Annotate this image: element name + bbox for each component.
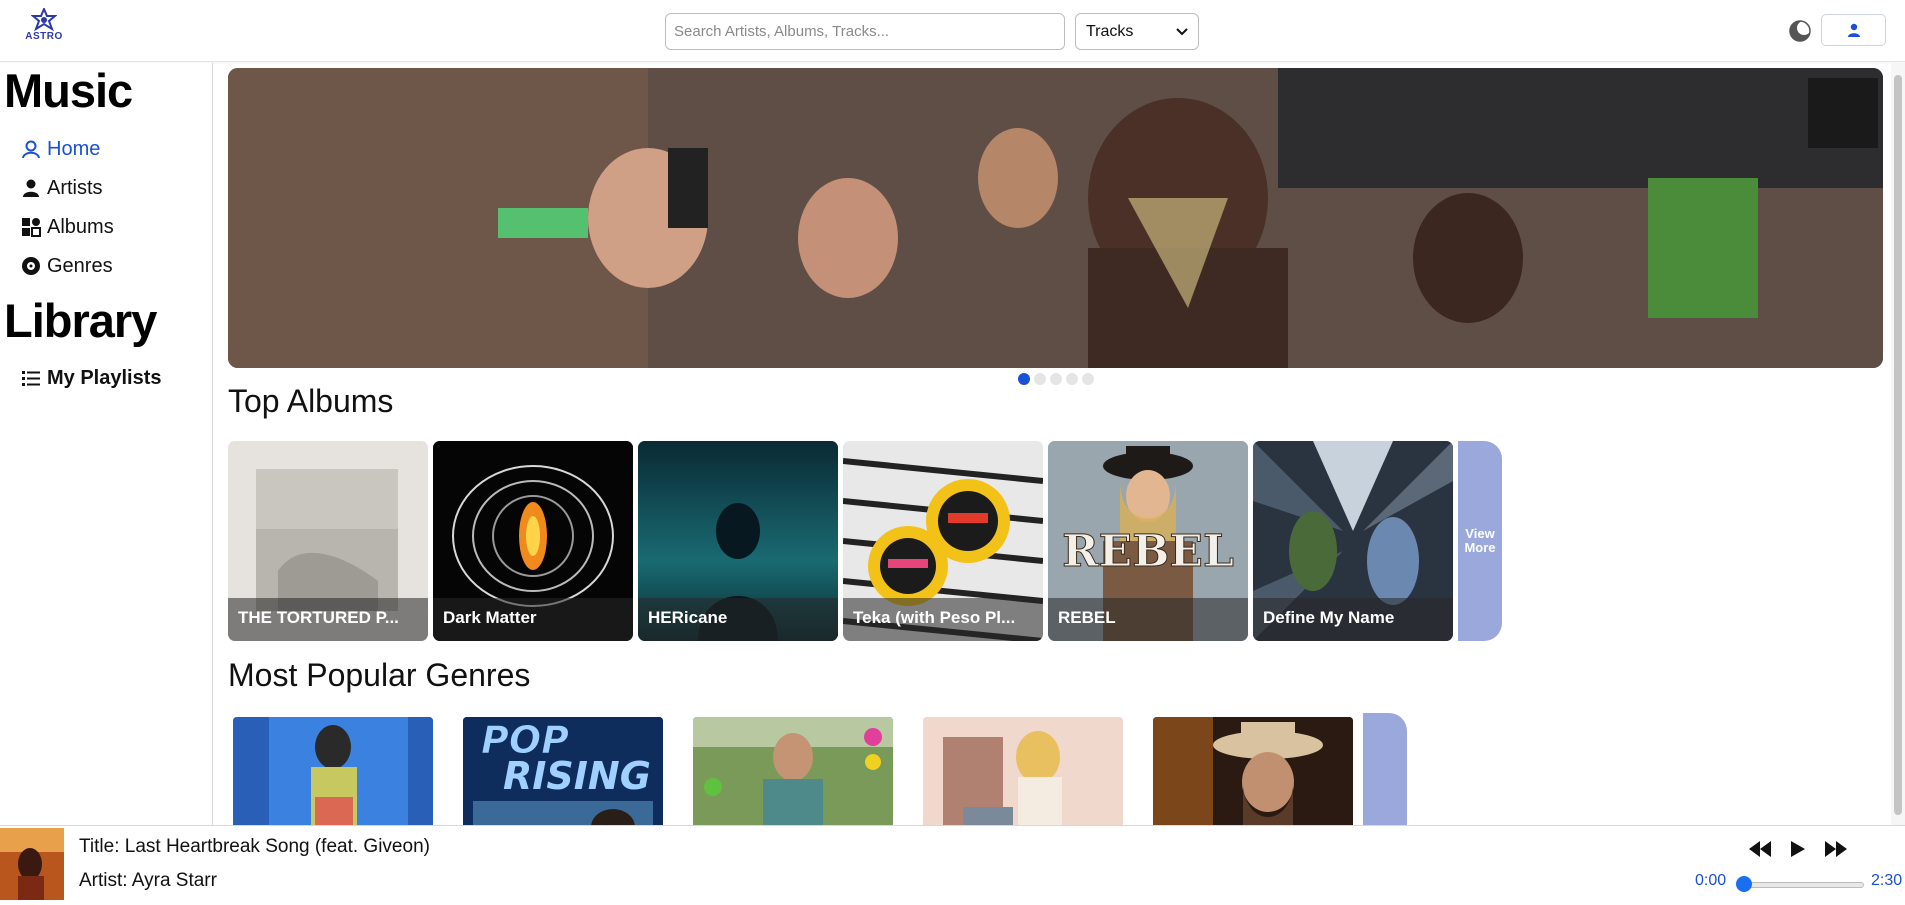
page-scrollbar[interactable] — [1891, 63, 1905, 825]
sidebar: Music Home Artists Albums Genres Library… — [0, 63, 213, 825]
hero-carousel-image[interactable] — [228, 68, 1883, 368]
view-more-albums-button[interactable]: View More — [1458, 441, 1502, 641]
astro-logo[interactable]: ASTRO — [20, 8, 68, 52]
genre-cover-image — [1153, 717, 1353, 825]
scrollbar-thumb[interactable] — [1894, 75, 1902, 815]
carousel-dot-1[interactable] — [1018, 373, 1030, 385]
album-title: THE TORTURED P... — [228, 598, 428, 641]
person-icon — [23, 179, 39, 197]
sidebar-item-artists[interactable]: Artists — [21, 175, 103, 201]
view-more-genres-button[interactable] — [1363, 713, 1407, 825]
album-card[interactable]: Teka (with Peso Pl... — [843, 441, 1043, 641]
album-card[interactable]: Define My Name — [1253, 441, 1453, 641]
progress-slider[interactable] — [1738, 882, 1864, 888]
sidebar-item-albums[interactable]: Albums — [21, 214, 114, 240]
sidebar-item-genres[interactable]: Genres — [21, 253, 113, 279]
sidebar-item-label: Genres — [47, 254, 113, 277]
track-cover-image — [0, 828, 64, 900]
star-logo-icon — [31, 8, 57, 32]
most-popular-genres-title: Most Popular Genres — [228, 657, 531, 693]
albums-icon — [22, 218, 41, 237]
sidebar-item-home[interactable]: Home — [21, 136, 100, 162]
track-title: Title: Last Heartbreak Song (feat. Giveo… — [79, 836, 430, 857]
svg-text:REBEL: REBEL — [1062, 526, 1234, 577]
total-time: 2:30 — [1871, 872, 1903, 889]
progress-slider-handle[interactable] — [1736, 876, 1752, 892]
search-input[interactable] — [665, 13, 1065, 50]
genre-card[interactable] — [693, 717, 893, 825]
top-header: ASTRO Tracks — [0, 0, 1905, 62]
theme-toggle-button[interactable] — [1789, 20, 1811, 42]
track-artist: Artist: Ayra Starr — [79, 870, 217, 891]
fast-forward-icon — [1825, 841, 1847, 857]
sidebar-item-label: Albums — [47, 215, 114, 238]
list-icon — [22, 371, 40, 386]
user-icon — [1847, 23, 1860, 37]
sidebar-item-label: My Playlists — [47, 366, 162, 389]
carousel-indicators — [1018, 373, 1094, 385]
top-albums-title: Top Albums — [228, 383, 394, 419]
current-time: 0:00 — [1695, 872, 1727, 889]
album-card[interactable]: Dark Matter — [433, 441, 633, 641]
play-button[interactable] — [1784, 837, 1812, 861]
moon-icon — [1789, 20, 1811, 42]
music-heading: Music — [4, 64, 133, 117]
genre-cover-image — [923, 717, 1123, 825]
genre-card[interactable] — [923, 717, 1123, 825]
svg-text:RISING: RISING — [503, 754, 651, 798]
genre-cover-image — [693, 717, 893, 825]
genre-card[interactable] — [1153, 717, 1353, 825]
fast-forward-button[interactable] — [1822, 837, 1850, 861]
user-circle-icon — [22, 140, 40, 159]
carousel-dot-3[interactable] — [1050, 373, 1062, 385]
library-heading: Library — [4, 294, 157, 347]
rewind-button[interactable] — [1746, 837, 1774, 861]
main-content: Top Albums THE TORTURED P... Dark Matter — [214, 63, 1891, 825]
chevron-down-icon — [1176, 27, 1188, 35]
album-title: Teka (with Peso Pl... — [843, 598, 1043, 641]
music-player-bar: Title: Last Heartbreak Song (feat. Giveo… — [0, 825, 1905, 901]
sidebar-item-my-playlists[interactable]: My Playlists — [21, 365, 162, 391]
record-icon — [22, 257, 40, 275]
carousel-dot-5[interactable] — [1082, 373, 1094, 385]
genre-card[interactable] — [233, 717, 433, 825]
logo-text: ASTRO — [25, 31, 63, 42]
album-title: Dark Matter — [433, 598, 633, 641]
carousel-dot-4[interactable] — [1066, 373, 1078, 385]
album-title: Define My Name — [1253, 598, 1453, 641]
album-card[interactable]: REBEL REBEL — [1048, 441, 1248, 641]
search-type-value: Tracks — [1086, 22, 1134, 40]
genre-card[interactable]: POP RISING — [463, 717, 663, 825]
sidebar-item-label: Artists — [47, 176, 103, 199]
carousel-dot-2[interactable] — [1034, 373, 1046, 385]
sidebar-item-label: Home — [47, 137, 101, 160]
album-card[interactable]: THE TORTURED P... — [228, 441, 428, 641]
album-title: HERicane — [638, 598, 838, 641]
album-card[interactable]: HERicane — [638, 441, 838, 641]
play-icon — [1791, 841, 1805, 857]
rewind-icon — [1749, 841, 1771, 857]
search-type-select[interactable]: Tracks — [1075, 13, 1199, 50]
genre-cover-image — [233, 717, 433, 825]
user-account-button[interactable] — [1821, 14, 1886, 46]
genre-cover-image: POP RISING — [463, 717, 663, 825]
concert-crowd-image — [228, 68, 1883, 368]
album-title: REBEL — [1048, 598, 1248, 641]
now-playing-cover — [0, 828, 64, 900]
